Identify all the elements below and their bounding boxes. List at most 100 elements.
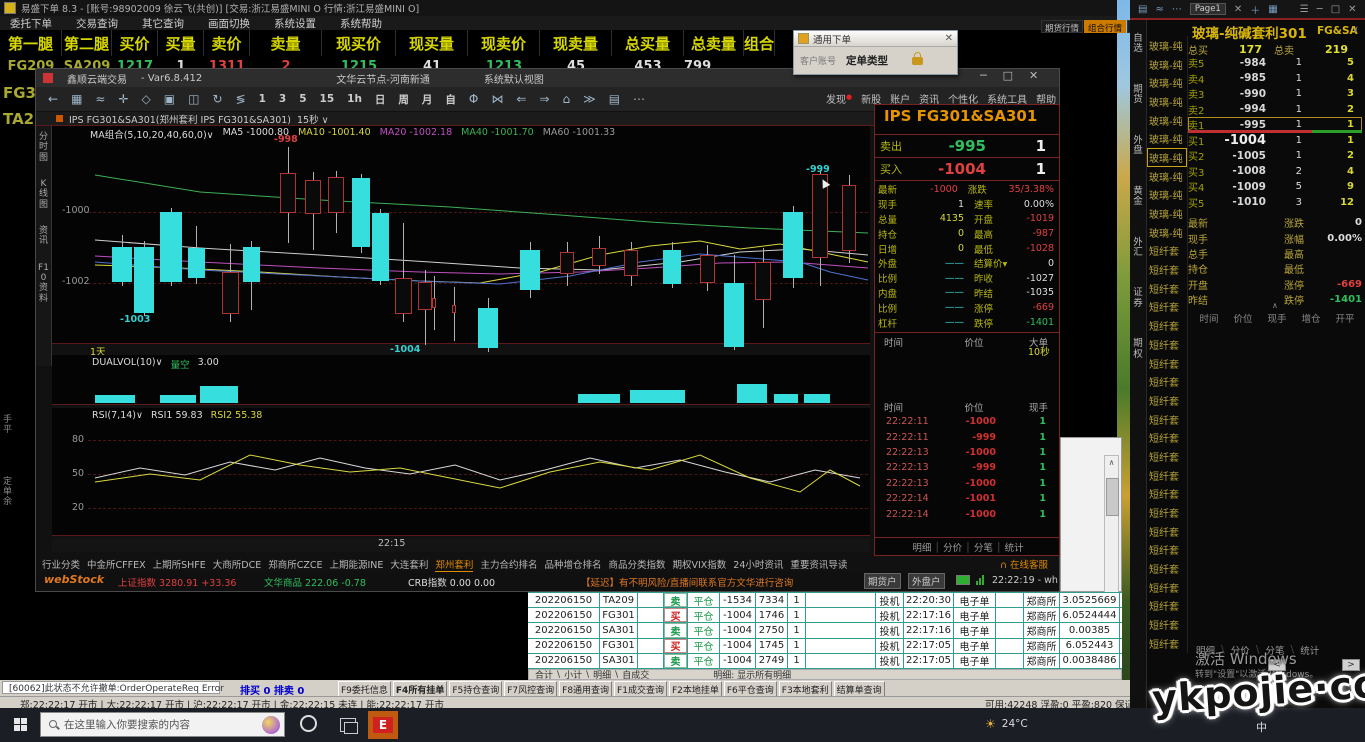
depth-row[interactable]: 卖2 -994 1 2 [1188, 102, 1362, 118]
watchlist-item[interactable]: 短纤套 [1147, 466, 1188, 485]
futures-account-button[interactable]: 期货户 [864, 573, 901, 589]
scrollbar-thumb[interactable] [1106, 478, 1119, 516]
watchlist-item[interactable]: 短纤套 [1147, 316, 1188, 335]
crosshair-icon[interactable]: ✛ [118, 92, 128, 106]
watchlist-item[interactable]: 玻璃-纯 [1147, 167, 1188, 186]
column-header[interactable]: 总卖量 [684, 30, 744, 56]
cortana-icon[interactable] [300, 715, 317, 732]
menu-item[interactable]: 交易查询 [76, 16, 118, 31]
watchlist-item[interactable]: 玻璃-纯 [1147, 36, 1188, 55]
tab-price-dist[interactable]: 分价 [943, 540, 962, 554]
compare-icon[interactable]: ≶ [236, 92, 246, 106]
menu-item[interactable]: 委托下单 [10, 16, 52, 31]
exchange-tab[interactable]: 大商所DCE [213, 557, 261, 572]
close-icon[interactable]: ✕ [1029, 69, 1038, 82]
tab-close-icon[interactable]: ✕ [1234, 4, 1242, 15]
task-view-icon[interactable] [340, 718, 356, 732]
column-header[interactable]: 卖价 [204, 30, 250, 56]
line-chart-icon[interactable]: ≈ [95, 92, 105, 106]
chart-view-tab[interactable]: 分时图 [38, 132, 49, 163]
cloud-node[interactable]: 文华云节点-河南新通 [336, 71, 430, 86]
watchlist-item[interactable]: 短纤套 [1147, 503, 1188, 522]
period-5min[interactable]: 5 [299, 93, 306, 105]
minimize-icon[interactable]: ─ [980, 69, 987, 82]
category-tab[interactable]: 期货 [1133, 85, 1144, 106]
refresh-icon[interactable]: ↻ [212, 92, 222, 106]
partial-symbol[interactable]: FG3 [3, 84, 36, 102]
watchlist-item[interactable]: 短纤套 [1147, 447, 1188, 466]
shanghai-index[interactable]: 上证指数 3280.91 +33.36 [118, 575, 236, 589]
more-icon[interactable]: ⋯ [633, 92, 645, 106]
exchange-tab[interactable]: 商品分类指数 [608, 557, 665, 572]
period-custom[interactable]: 自 [445, 92, 456, 107]
tick-row[interactable]: 22:22:13 -1000 1 [878, 445, 1056, 460]
category-tab[interactable]: 期权 [1133, 339, 1144, 360]
depth-row[interactable]: 卖5 -984 1 5 [1188, 55, 1362, 71]
period-1min[interactable]: 1 [259, 93, 266, 105]
grid-layout-icon[interactable]: ▦ [1268, 4, 1277, 15]
column-header[interactable]: 现买量 [396, 30, 468, 56]
column-header[interactable]: 第一腿 [0, 30, 62, 56]
watchlist-item[interactable]: 短纤套 [1147, 559, 1188, 578]
watchlist-item[interactable]: 短纤套 [1147, 541, 1188, 560]
depth-row[interactable]: 卖3 -990 1 3 [1188, 86, 1362, 102]
exchange-tab[interactable]: 品种增仓排名 [544, 557, 601, 572]
wenhua-index[interactable]: 文华商品 222.06 -0.78 [264, 575, 366, 589]
period-month[interactable]: 月 [422, 92, 433, 107]
chart-menu-item[interactable]: 发现● [826, 91, 852, 106]
exchange-tab[interactable]: 重要资讯导读 [790, 557, 847, 572]
order-type-label[interactable]: 定单类型 [846, 53, 888, 68]
table-row[interactable]: 202206150 SA301 卖 平仓 -1004 2750 1 投机 22:… [528, 623, 1122, 638]
draw-icon[interactable]: ◇ [142, 92, 151, 106]
watchlist-item[interactable]: 短纤套 [1147, 615, 1188, 634]
next-icon[interactable]: ⇒ [539, 92, 549, 106]
tab-trades[interactable]: 分笔 [974, 540, 993, 554]
depth-row[interactable]: 买5 -1010 3 12 [1188, 195, 1362, 211]
popup-titlebar[interactable]: 通用下单 ✕ [794, 31, 957, 47]
column-header[interactable]: 买量 [158, 30, 204, 56]
scroll-up-icon[interactable]: ∧ [1272, 301, 1278, 310]
taskbar-app-icon[interactable]: E [368, 711, 398, 739]
view-name[interactable]: 系统默认视图 [484, 71, 544, 86]
depth-row[interactable]: 买1 -1004 1 1 [1188, 133, 1362, 149]
watchlist-item[interactable]: 短纤套 [1147, 242, 1188, 261]
home-icon[interactable]: ⌂ [563, 92, 571, 106]
link-icon[interactable]: ⋈ [491, 92, 503, 106]
symbol-name[interactable]: IPS FG301&SA301(郑州套利 IPS FG301&SA301) [69, 112, 291, 126]
column-header[interactable]: 总买量 [612, 30, 684, 56]
watchlist-item[interactable]: 短纤套 [1147, 410, 1188, 429]
watchlist-item[interactable]: 短纤套 [1147, 597, 1188, 616]
column-header[interactable]: 第二腿 [62, 30, 112, 56]
category-tab[interactable]: 外盘 [1133, 136, 1144, 157]
depth-row[interactable]: 买3 -1008 2 4 [1188, 164, 1362, 180]
start-button[interactable] [14, 718, 27, 731]
tick-row[interactable]: 22:22:13 -1000 1 [878, 476, 1056, 491]
exchange-tab[interactable]: 行业分类 [42, 557, 80, 572]
tab-stats[interactable]: 统计 [1300, 643, 1319, 657]
category-tab[interactable]: 证券 [1133, 288, 1144, 309]
watchlist-item[interactable]: 玻璃-纯 [1147, 148, 1188, 167]
tick-row[interactable]: 22:22:14 -1001 1 [878, 491, 1056, 506]
exchange-tab[interactable]: 郑商所CZCE [268, 557, 322, 572]
exchange-tab[interactable]: 上期所SHFE [153, 557, 206, 572]
close-icon[interactable]: ✕ [1348, 4, 1356, 15]
column-header[interactable]: 组合 [744, 30, 775, 56]
depth-row[interactable]: 买4 -1009 5 9 [1188, 179, 1362, 195]
menu-item[interactable]: 画面切换 [208, 16, 250, 31]
watchlist-item[interactable]: 短纤套 [1147, 279, 1188, 298]
menu-item[interactable]: 其它查询 [142, 16, 184, 31]
watchlist-item[interactable]: 玻璃-纯 [1147, 92, 1188, 111]
watchlist-item[interactable]: 短纤套 [1147, 372, 1188, 391]
period-15min[interactable]: 15 [320, 93, 335, 105]
exchange-tab[interactable]: 24小时资讯 [733, 557, 783, 572]
exchange-tab[interactable]: 期权VIX指数 [672, 557, 726, 572]
maximize-icon[interactable]: □ [1331, 4, 1340, 15]
minimize-icon[interactable]: ─ [1317, 4, 1323, 15]
table-row[interactable]: 202206150 FG301 买 平仓 -1004 1745 1 投机 22:… [528, 639, 1122, 654]
chart-view-tab[interactable]: 资讯 [38, 226, 49, 247]
depth-row[interactable]: 卖4 -985 1 4 [1188, 71, 1362, 87]
column-header[interactable]: 卖量 [250, 30, 322, 56]
chart-view-tab[interactable]: K线图 [38, 179, 49, 210]
exchange-tab[interactable]: 上期能源INE [329, 557, 383, 572]
column-header[interactable]: 现买价 [322, 30, 396, 56]
